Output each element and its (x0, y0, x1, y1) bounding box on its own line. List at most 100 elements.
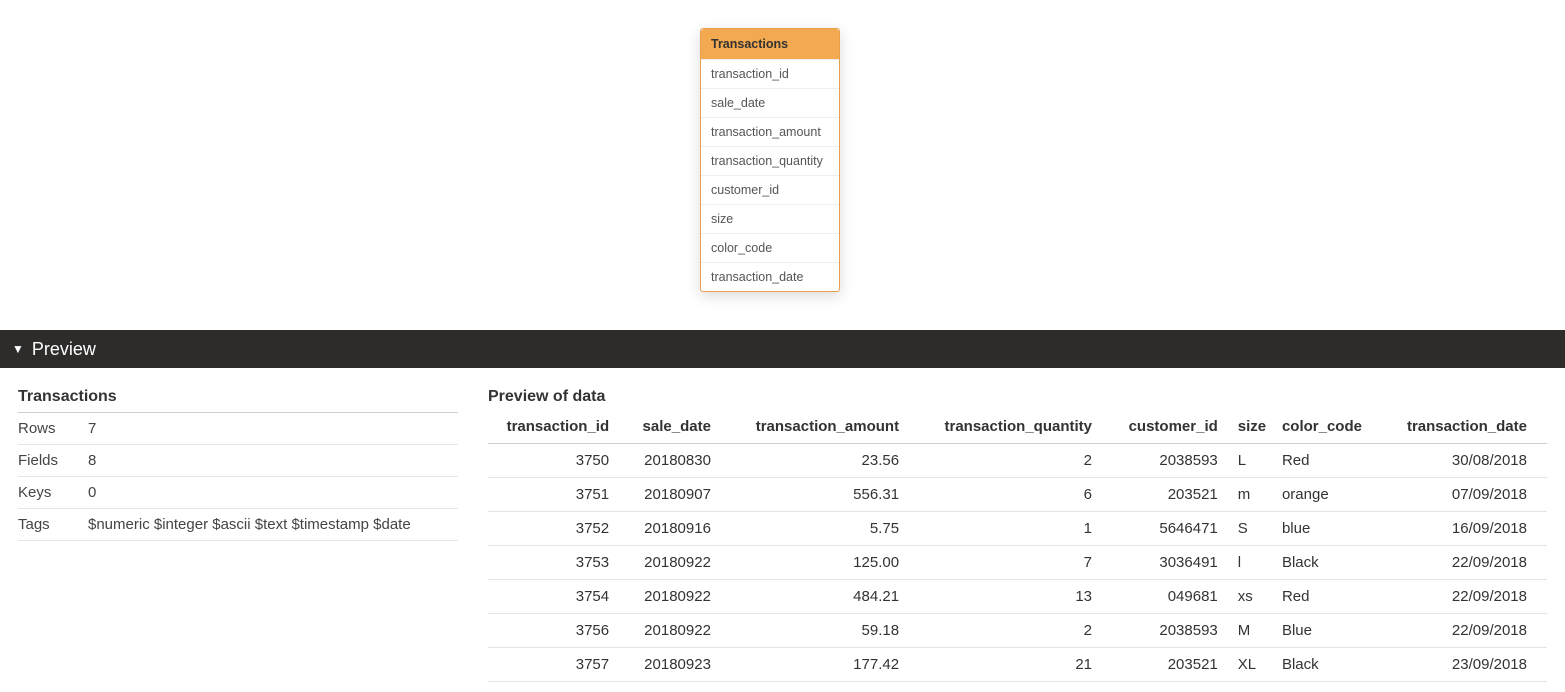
table-card-field[interactable]: transaction_quantity (701, 146, 839, 175)
table-cell: 2 (919, 614, 1112, 648)
meta-label: Tags (18, 516, 88, 533)
column-header[interactable]: sale_date (629, 412, 731, 444)
column-header[interactable]: transaction_date (1386, 412, 1547, 444)
column-header[interactable]: transaction_id (488, 412, 629, 444)
meta-row-tags: Tags $numeric $integer $ascii $text $tim… (18, 509, 458, 541)
column-header[interactable]: size (1238, 412, 1282, 444)
table-cell: 3750 (488, 444, 629, 478)
column-header[interactable]: color_code (1282, 412, 1386, 444)
table-cell: 23.56 (731, 444, 919, 478)
table-cell: 20180916 (629, 512, 731, 546)
data-preview-title: Preview of data (488, 388, 1547, 406)
table-row[interactable]: 375420180922484.2113049681xsRed22/09/201… (488, 580, 1547, 614)
table-cell: 203521 (1112, 648, 1238, 682)
table-cell: 177.42 (731, 648, 919, 682)
meta-row-fields: Fields 8 (18, 445, 458, 477)
column-header[interactable]: transaction_amount (731, 412, 919, 444)
table-card-field[interactable]: color_code (701, 233, 839, 262)
table-cell: 2038593 (1112, 444, 1238, 478)
table-cell: 22/09/2018 (1386, 580, 1547, 614)
table-row[interactable]: 37502018083023.5622038593LRed30/08/2018 (488, 444, 1547, 478)
meta-row-rows: Rows 7 (18, 413, 458, 445)
model-canvas[interactable]: Transactions transaction_idsale_datetran… (0, 0, 1565, 330)
table-cell: 20180922 (629, 614, 731, 648)
table-cell: XL (1238, 648, 1282, 682)
table-cell: 7 (919, 546, 1112, 580)
meta-row-keys: Keys 0 (18, 477, 458, 509)
table-cell: l (1238, 546, 1282, 580)
table-cell: 20180922 (629, 580, 731, 614)
table-row[interactable]: 3752201809165.7515646471Sblue16/09/2018 (488, 512, 1547, 546)
table-cell: orange (1282, 478, 1386, 512)
table-cell: blue (1282, 512, 1386, 546)
table-cell: 21 (919, 648, 1112, 682)
table-cell: 203521 (1112, 478, 1238, 512)
column-header[interactable]: transaction_quantity (919, 412, 1112, 444)
table-cell: 20180922 (629, 546, 731, 580)
table-cell: 20180907 (629, 478, 731, 512)
table-row[interactable]: 375720180923177.4221203521XLBlack23/09/2… (488, 648, 1547, 682)
table-cell: 3036491 (1112, 546, 1238, 580)
table-cell: 3756 (488, 614, 629, 648)
table-cell: 3752 (488, 512, 629, 546)
table-cell: L (1238, 444, 1282, 478)
table-card-field[interactable]: transaction_date (701, 262, 839, 291)
meta-value: 0 (88, 484, 458, 501)
table-cell: 5.75 (731, 512, 919, 546)
table-card-field[interactable]: transaction_id (701, 59, 839, 88)
table-cell: Red (1282, 580, 1386, 614)
table-cell: 23/09/2018 (1386, 648, 1547, 682)
column-header[interactable]: customer_id (1112, 412, 1238, 444)
table-card-field[interactable]: size (701, 204, 839, 233)
table-cell: M (1238, 614, 1282, 648)
table-cell: 13 (919, 580, 1112, 614)
meta-label: Keys (18, 484, 88, 501)
meta-title: Transactions (18, 388, 458, 413)
meta-value: 8 (88, 452, 458, 469)
table-cell: 22/09/2018 (1386, 614, 1547, 648)
meta-value: $numeric $integer $ascii $text $timestam… (88, 516, 458, 533)
table-card-field[interactable]: transaction_amount (701, 117, 839, 146)
table-cell: 30/08/2018 (1386, 444, 1547, 478)
table-cell: S (1238, 512, 1282, 546)
table-card-header[interactable]: Transactions (701, 29, 839, 59)
table-cell: 3754 (488, 580, 629, 614)
preview-panel-title: Preview (32, 339, 96, 360)
table-cell: 59.18 (731, 614, 919, 648)
data-preview-table: transaction_idsale_datetransaction_amoun… (488, 412, 1547, 682)
table-cell: 556.31 (731, 478, 919, 512)
table-cell: 20180830 (629, 444, 731, 478)
table-card-field[interactable]: sale_date (701, 88, 839, 117)
data-preview-panel: Preview of data transaction_idsale_datet… (488, 388, 1547, 682)
preview-panel-body: Transactions Rows 7 Fields 8 Keys 0 Tags… (0, 368, 1565, 692)
table-cell: xs (1238, 580, 1282, 614)
table-cell: 1 (919, 512, 1112, 546)
table-row[interactable]: 375120180907556.316203521morange07/09/20… (488, 478, 1547, 512)
table-cell: 049681 (1112, 580, 1238, 614)
table-cell: 2038593 (1112, 614, 1238, 648)
table-card-transactions[interactable]: Transactions transaction_idsale_datetran… (700, 28, 840, 292)
table-cell: Red (1282, 444, 1386, 478)
table-cell: m (1238, 478, 1282, 512)
table-cell: Blue (1282, 614, 1386, 648)
table-cell: 3757 (488, 648, 629, 682)
table-cell: 20180923 (629, 648, 731, 682)
table-cell: 3751 (488, 478, 629, 512)
table-row[interactable]: 37562018092259.1822038593MBlue22/09/2018 (488, 614, 1547, 648)
meta-panel: Transactions Rows 7 Fields 8 Keys 0 Tags… (18, 388, 458, 682)
table-cell: 125.00 (731, 546, 919, 580)
meta-label: Fields (18, 452, 88, 469)
table-card-field[interactable]: customer_id (701, 175, 839, 204)
meta-label: Rows (18, 420, 88, 437)
table-cell: 484.21 (731, 580, 919, 614)
preview-panel-header[interactable]: ▼ Preview (0, 330, 1565, 368)
table-cell: 5646471 (1112, 512, 1238, 546)
meta-value: 7 (88, 420, 458, 437)
table-cell: 16/09/2018 (1386, 512, 1547, 546)
table-cell: 2 (919, 444, 1112, 478)
table-cell: 3753 (488, 546, 629, 580)
table-cell: Black (1282, 648, 1386, 682)
table-row[interactable]: 375320180922125.0073036491lBlack22/09/20… (488, 546, 1547, 580)
table-cell: Black (1282, 546, 1386, 580)
table-cell: 6 (919, 478, 1112, 512)
